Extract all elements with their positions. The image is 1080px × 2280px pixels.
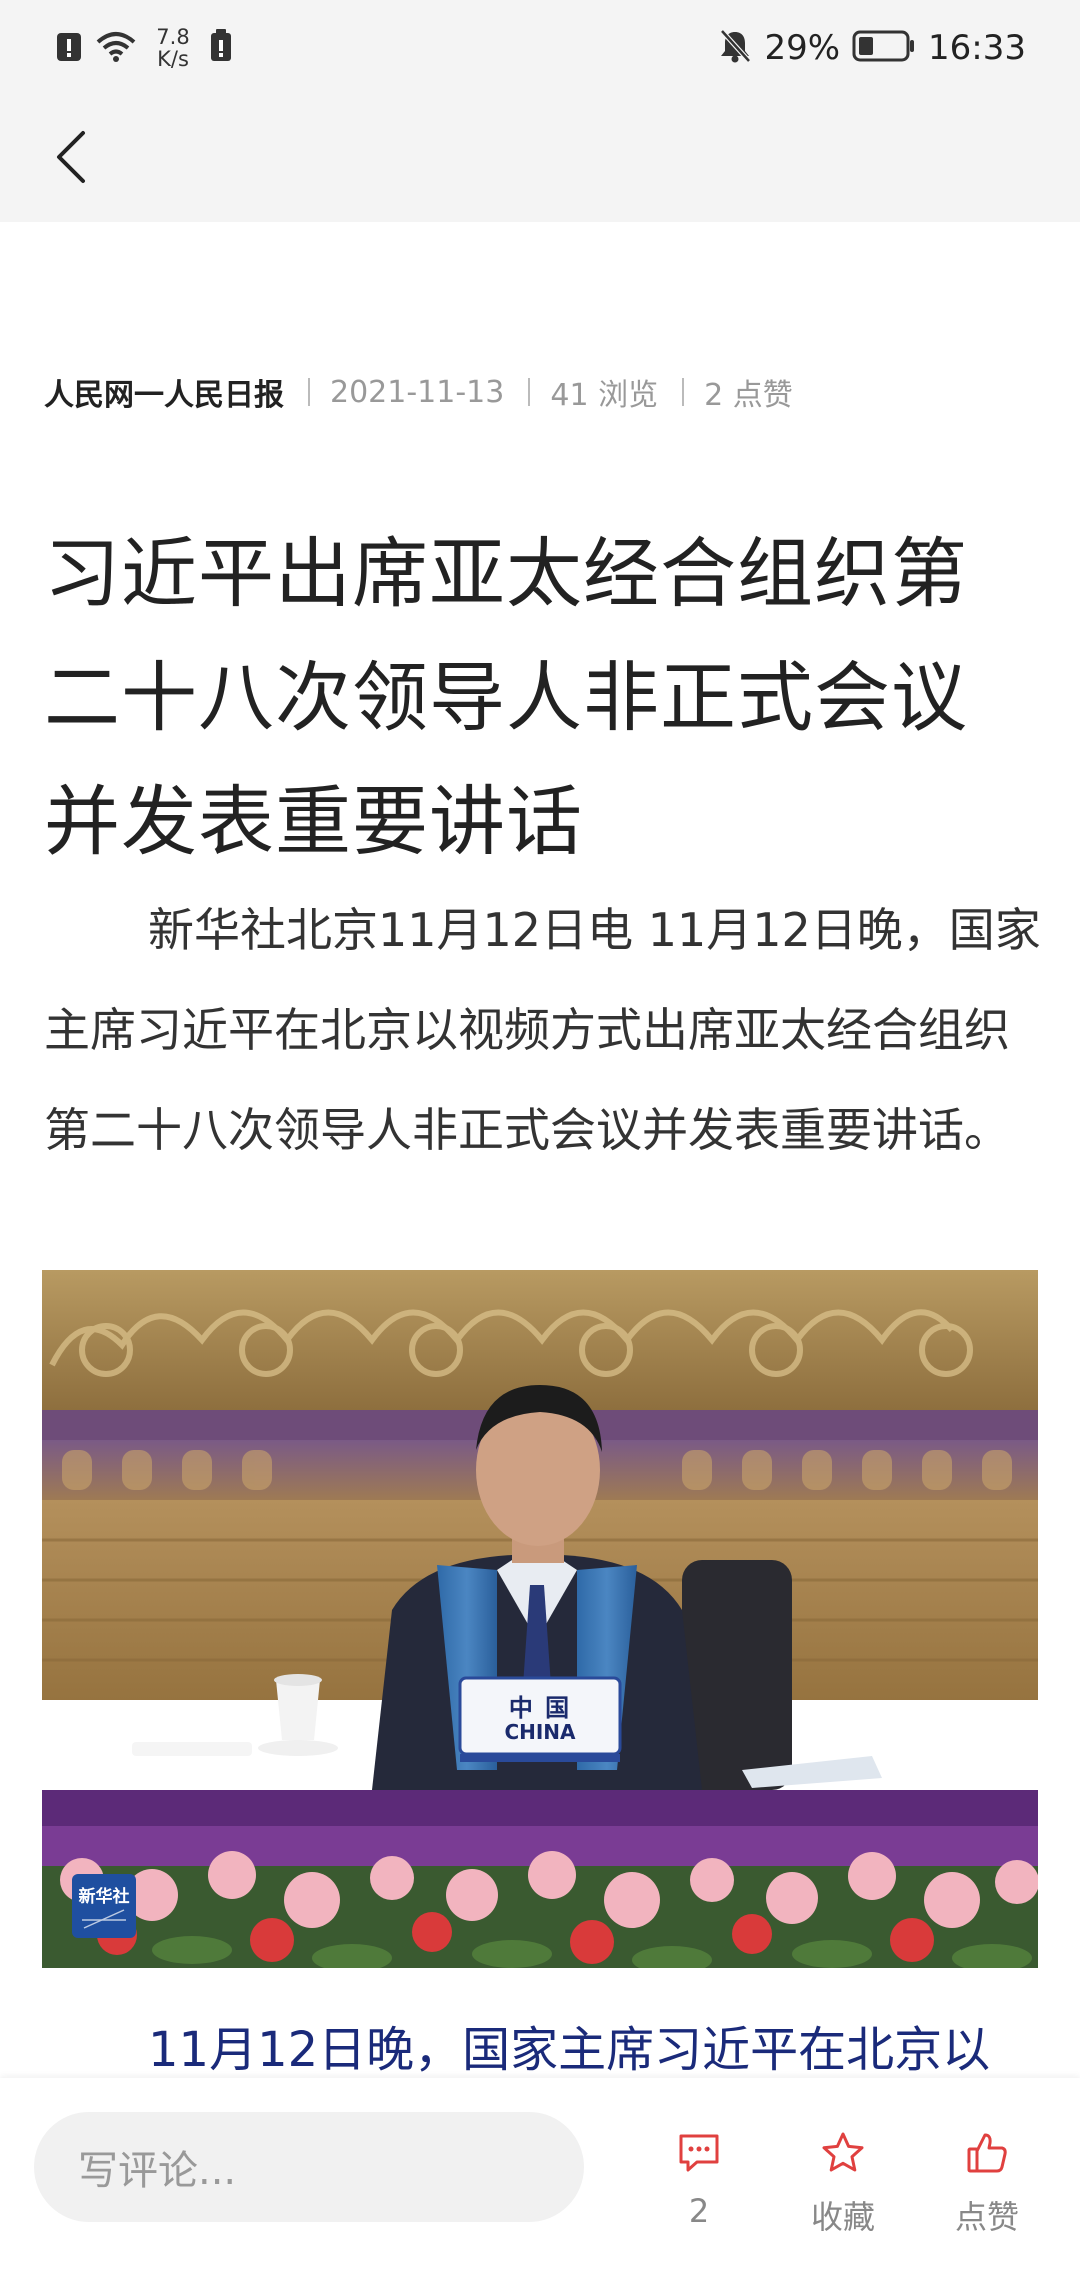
like-count: 2 点赞 <box>704 378 793 413</box>
article-source[interactable]: 人民网一人民日报 <box>44 370 284 414</box>
favorite-button[interactable]: 收藏 <box>788 2128 898 2238</box>
star-icon <box>820 2131 866 2179</box>
photo-watermark: 新华社 <box>78 1887 130 1907</box>
comment-icon <box>677 2132 721 2178</box>
nav-bar <box>0 96 1080 222</box>
thumbs-up-icon <box>965 2131 1009 2179</box>
back-button[interactable] <box>36 124 106 194</box>
network-speed-value: 7.8 <box>156 25 190 49</box>
divider <box>682 378 685 406</box>
comment-placeholder: 写评论... <box>78 2148 237 2194</box>
nameplate-chinese: 中 国 <box>508 1694 572 1722</box>
like-label: 点赞 <box>954 2198 1019 2236</box>
photo-illustration <box>42 1270 1038 1968</box>
status-bar: 7.8 K/s 29% 16:33 <box>0 0 1080 96</box>
bell-off-icon <box>718 28 752 68</box>
wifi-icon <box>96 30 136 66</box>
battery-icon <box>852 29 916 67</box>
comment-count: 2 <box>688 2192 710 2230</box>
article-title: 习近平出席亚太经合组织第二十八次领导人非正式会议并发表重要讲话 <box>44 529 968 866</box>
article-photo[interactable]: 中 国 CHINA 新华社 <box>42 1270 1038 1968</box>
like-button[interactable]: 点赞 <box>932 2128 1042 2238</box>
comment-input[interactable]: 写评论... <box>34 2112 584 2222</box>
nameplate-english: CHINA <box>504 1720 576 1744</box>
bottom-action-bar: 写评论... 2 收藏 点赞 <box>0 2078 1080 2280</box>
view-count: 41 浏览 <box>550 378 659 413</box>
alert-icon <box>56 29 82 67</box>
article-meta: 人民网一人民日报 2021-11-13 41 浏览 2 点赞 <box>44 370 793 414</box>
battery-percent: 29% <box>764 28 841 68</box>
notification-icon <box>210 29 232 67</box>
network-speed-unit: K/s <box>157 47 189 71</box>
divider <box>528 378 531 406</box>
clock: 16:33 <box>928 28 1026 68</box>
article-paragraph: 新华社北京11月12日电 11月12日晚，国家主席习近平在北京以视频方式出席亚太… <box>44 903 1041 1157</box>
network-speed: 7.8 K/s <box>150 26 196 70</box>
favorite-label: 收藏 <box>810 2198 875 2236</box>
article-date: 2021-11-13 <box>330 374 505 410</box>
comments-button[interactable]: 2 <box>644 2128 754 2230</box>
chevron-left-icon <box>53 129 89 189</box>
divider <box>308 378 310 406</box>
